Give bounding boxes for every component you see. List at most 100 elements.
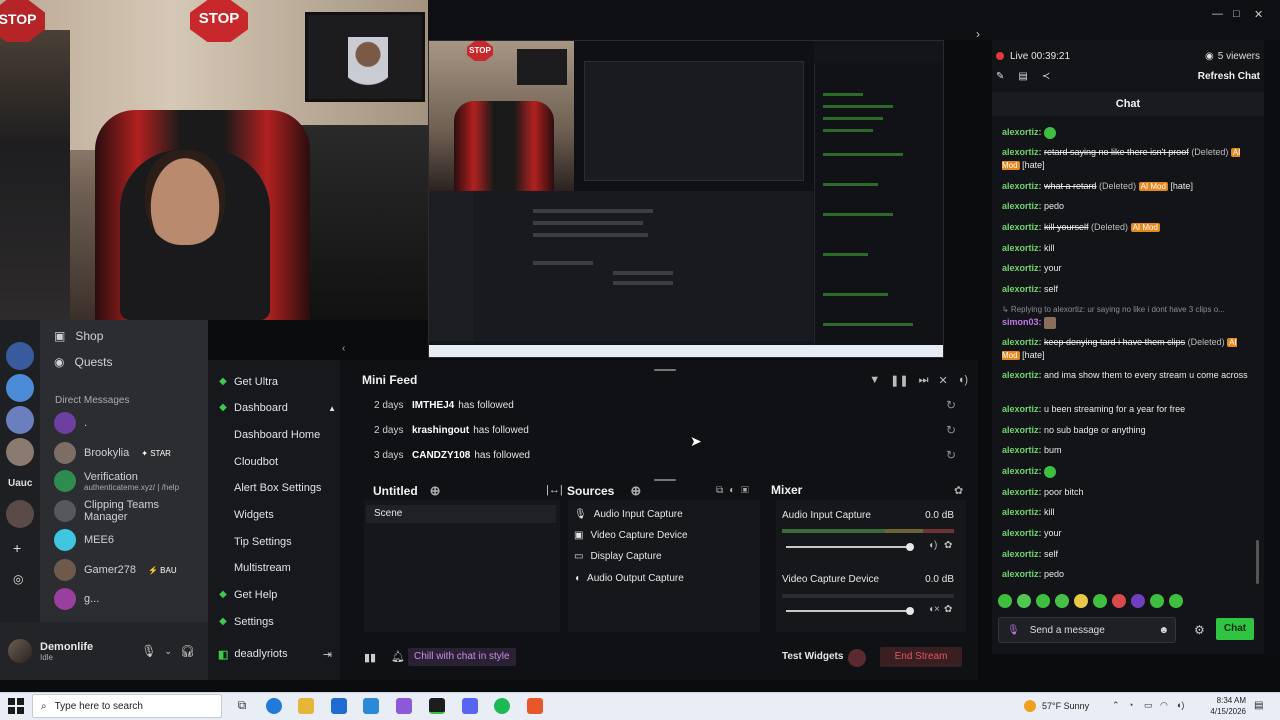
tray-app-icon[interactable]: ◔ [1128,700,1133,710]
collapse-left-icon[interactable]: ‹ [342,343,345,354]
test-widgets-button[interactable]: Test Widgets [782,651,843,662]
source-tools-icons[interactable]: ⧉◐▣ [716,485,755,496]
replay-icon[interactable]: ↻ [946,423,956,437]
volume-slider[interactable] [786,607,914,615]
scene-collection-title[interactable]: Untitled [373,484,418,498]
mixer-settings-icon[interactable]: ✿ [954,484,963,497]
server-icon[interactable] [6,374,34,402]
chat-username[interactable]: alexortiz: [1002,507,1044,517]
slider-knob[interactable] [906,607,914,615]
file-explorer-icon[interactable] [298,698,314,714]
emote-icon[interactable] [1055,594,1069,608]
nav-alert-box[interactable]: Alert Box Settings [234,478,321,498]
chat-username[interactable]: alexortiz: [1002,201,1044,211]
chat-username[interactable]: alexortiz: [1002,569,1044,579]
app-icon[interactable] [527,698,543,714]
server-label[interactable]: Uauc [8,478,32,489]
streamlabs-taskbar-icon[interactable] [429,698,445,714]
weather-widget[interactable]: 57°F Sunny [1024,700,1089,712]
drag-handle[interactable] [654,479,676,481]
refresh-chat-button[interactable]: Refresh Chat [1198,71,1260,82]
mute-alerts-icon[interactable]: ✕ [938,374,947,387]
minimize-button[interactable]: — [1212,8,1223,20]
chat-username[interactable]: alexortiz: [1002,404,1044,414]
replay-icon[interactable]: ↻ [946,448,956,462]
end-stream-button[interactable]: End Stream [880,647,962,667]
pause-icon[interactable]: ❚❚ [890,374,908,387]
emote-icon[interactable] [1036,594,1050,608]
emote-icon[interactable] [998,594,1012,608]
discord-taskbar-icon[interactable] [462,698,478,714]
mail-icon[interactable] [363,698,379,714]
taskbar-search[interactable]: ⌕ Type here to search [32,694,222,718]
channel-settings-icon[interactable]: ✿ [944,540,952,551]
share-icon[interactable]: ≺ [1042,71,1050,82]
chat-username[interactable]: alexortiz: [1002,147,1044,157]
emote-icon[interactable] [1017,594,1031,608]
chat-username[interactable]: alexortiz: [1002,243,1044,253]
wifi-icon[interactable]: ◠ [1160,700,1168,711]
nav-dashboard-home[interactable]: Dashboard Home [234,425,320,445]
chat-settings-icon[interactable]: ⚙︎ [1194,623,1205,637]
chat-username[interactable]: alexortiz: [1002,181,1044,191]
app-icon[interactable] [396,698,412,714]
transition-icon[interactable]: |↔| [546,484,563,496]
chevron-up-icon[interactable]: ⌃ [1112,700,1120,711]
headphones-icon[interactable]: 🎧︎ [180,644,195,658]
archive-icon[interactable]: ▤ [1018,71,1027,82]
dm-item[interactable]: MEE6 [54,527,204,553]
user-avatar[interactable] [8,639,32,663]
replay-icon[interactable]: ↻ [946,398,956,412]
maximize-button[interactable]: □ [1233,8,1240,20]
spotify-icon[interactable] [494,698,510,714]
server-icon[interactable] [6,500,34,528]
volume-icon[interactable]: ◖) [958,374,968,387]
edge-icon[interactable] [266,698,282,714]
emote-icon[interactable] [1169,594,1183,608]
server-icon[interactable] [6,438,34,466]
nav-tip-settings[interactable]: Tip Settings [234,532,292,552]
edit-icon[interactable]: ✎ [996,71,1004,82]
chat-username[interactable]: alexortiz: [1002,549,1044,559]
chat-username[interactable]: alexortiz: [1002,425,1044,435]
dm-item[interactable]: Verification authenticateme.xyz/ | /help [54,468,204,494]
notification-icon[interactable]: ▤ [1254,700,1263,711]
dm-item[interactable]: g... [54,586,204,612]
task-view-icon[interactable]: ⧉ [234,698,250,714]
nav-dashboard[interactable]: ◆ Dashboard ▲ [218,398,336,418]
muted-icon[interactable]: ◖× [928,604,940,615]
nav-get-help[interactable]: ◆ Get Help [218,585,277,605]
skip-icon[interactable]: ⏭ [919,374,929,387]
nav-get-ultra[interactable]: ◆ Get Ultra [218,372,278,392]
source-item[interactable]: ◖ Audio Output Capture [574,569,684,587]
chat-username[interactable]: alexortiz: [1002,127,1044,137]
scene-item[interactable]: Scene [366,505,556,523]
emote-icon[interactable] [1131,594,1145,608]
chat-username[interactable]: alexortiz: [1002,337,1044,347]
chevron-down-icon[interactable]: ⌄ [164,646,172,657]
nav-multistream[interactable]: Multistream [234,558,291,578]
add-server-icon[interactable]: + [13,540,21,556]
windows-start-icon[interactable] [8,698,24,714]
chat-username[interactable]: alexortiz: [1002,370,1044,380]
slider-knob[interactable] [906,543,914,551]
stats-icon[interactable]: ▮▮ [364,651,376,664]
dm-item[interactable]: Clipping Teams Manager [54,498,204,524]
chevron-right-icon[interactable]: › [976,27,980,41]
record-button[interactable] [848,649,866,667]
chat-scrollbar[interactable] [1256,540,1259,584]
channel-settings-icon[interactable]: ✿ [944,604,952,615]
microphone-icon[interactable]: 🎙︎ [141,644,156,658]
store-icon[interactable] [331,698,347,714]
source-item[interactable]: 🎙︎ Audio Input Capture [574,505,683,523]
add-scene-icon[interactable]: ⊕ [430,483,441,499]
emoji-icon[interactable]: ☻ [1158,625,1169,636]
filter-icon[interactable]: ▼ [869,374,880,387]
microphone-icon[interactable]: 🎙︎ [1007,625,1020,636]
notification-bell-icon[interactable]: 🔔︎ [391,650,405,663]
nav-settings[interactable]: ◆ Settings [218,612,274,632]
mute-icon[interactable]: ◖) [928,540,937,551]
chat-username[interactable]: alexortiz: [1002,445,1044,455]
emote-icon[interactable] [1150,594,1164,608]
account-row[interactable]: ◧ deadlyriots ⇥ [208,642,340,666]
